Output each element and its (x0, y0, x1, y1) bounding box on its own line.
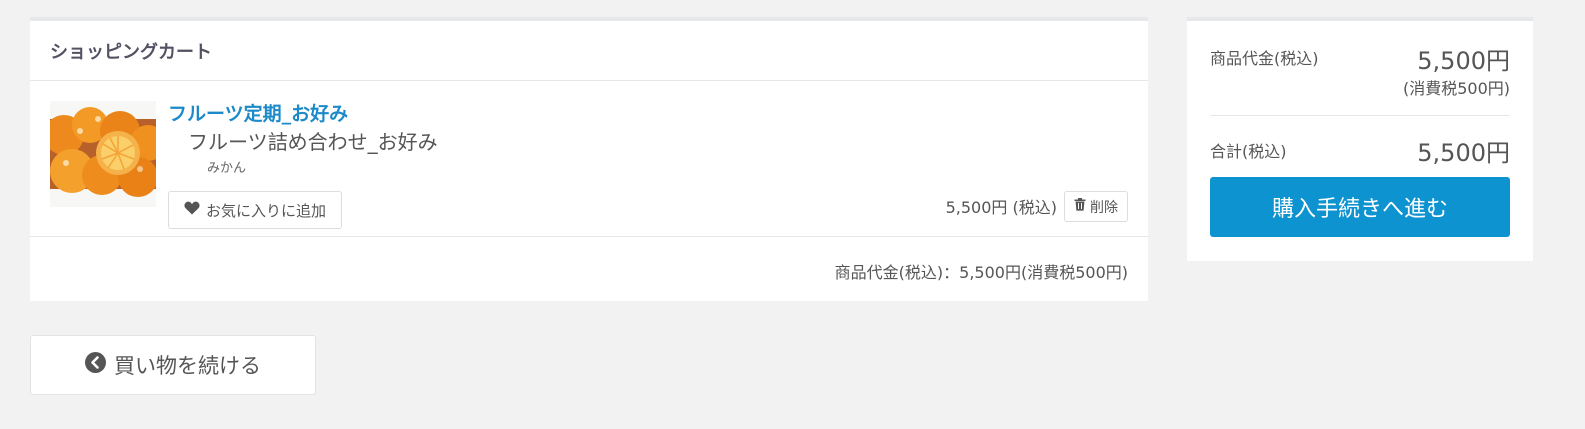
continue-shopping-label: 買い物を続ける (114, 354, 261, 378)
grand-total-label: 合計(税込) (1210, 142, 1287, 161)
heart-icon (184, 201, 200, 219)
grand-total-value: 5,500円 (1417, 139, 1510, 167)
add-to-favorites-button[interactable]: お気に入りに追加 (168, 191, 342, 229)
favorite-label: お気に入りに追加 (205, 201, 326, 220)
cart-panel: ショッピングカート フルーツ定期_お好み フルーツ詰め合わせ_お好み みかん お… (30, 17, 1148, 301)
product-image[interactable] (50, 101, 156, 207)
delete-button[interactable]: 削除 (1064, 191, 1128, 222)
order-summary-panel: 商品代金(税込) 5,500円 (消費税500円) 合計(税込) 5,500円 … (1187, 17, 1533, 261)
cart-subtotal: 商品代金(税込)：5,500円(消費税500円) (834, 263, 1128, 282)
continue-shopping-button[interactable]: 買い物を続ける (30, 335, 316, 395)
product-subname: フルーツ詰め合わせ_お好み (188, 130, 438, 154)
cart-item: フルーツ定期_お好み フルーツ詰め合わせ_お好み みかん お気に入りに追加 5,… (30, 81, 1148, 237)
product-total-value: 5,500円 (1417, 47, 1510, 75)
product-name-link[interactable]: フルーツ定期_お好み (168, 99, 348, 126)
tax-note: (消費税500円) (1402, 79, 1510, 98)
cart-header: ショッピングカート (30, 21, 1148, 81)
item-price: 5,500円 (税込) (945, 198, 1057, 217)
checkout-button[interactable]: 購入手続きへ進む (1210, 177, 1510, 237)
page-title: ショッピングカート (50, 41, 212, 63)
trash-icon (1074, 198, 1086, 215)
product-total-label: 商品代金(税込) (1210, 49, 1319, 68)
product-variant: みかん (207, 161, 247, 176)
delete-label: 削除 (1090, 199, 1118, 216)
divider (1210, 115, 1510, 116)
chevron-left-circle-icon (85, 352, 106, 378)
